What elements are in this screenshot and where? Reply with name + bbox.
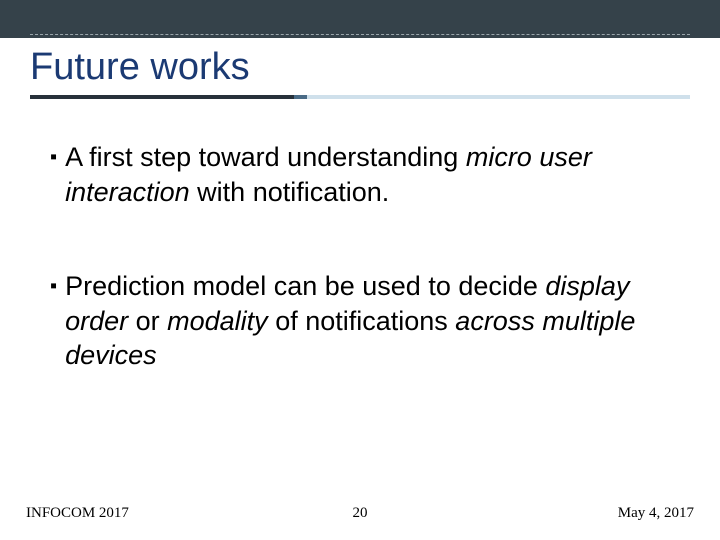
page-number: 20 [353, 505, 368, 522]
bullet-item: ▪ Prediction model can be used to decide… [50, 269, 670, 373]
bullet-marker-icon: ▪ [50, 140, 57, 174]
footer-left: INFOCOM 2017 [26, 505, 129, 522]
bullet-marker-icon: ▪ [50, 269, 57, 303]
text-run: Prediction model can be used to decide [65, 271, 545, 301]
text-run: of notifications [268, 306, 456, 336]
footer: INFOCOM 2017 20 May 4, 2017 [0, 500, 720, 526]
content-area: ▪ A first step toward understanding micr… [50, 140, 670, 433]
slide-title: Future works [30, 46, 690, 89]
text-run: with notification. [190, 177, 390, 207]
underline-segment [307, 95, 690, 99]
top-band [0, 0, 720, 38]
bullet-text: Prediction model can be used to decide d… [65, 269, 670, 373]
slide: Future works ▪ A first step toward under… [0, 0, 720, 540]
bullet-item: ▪ A first step toward understanding micr… [50, 140, 670, 209]
text-run: A first step toward understanding [65, 142, 466, 172]
footer-date: May 4, 2017 [618, 505, 694, 522]
underline-segment [30, 95, 294, 99]
header-block: Future works [30, 38, 690, 99]
text-run: or [128, 306, 167, 336]
text-run: modality [167, 306, 268, 336]
bullet-text: A first step toward understanding micro … [65, 140, 670, 209]
underline-segment [294, 95, 307, 99]
title-underline [30, 95, 690, 99]
